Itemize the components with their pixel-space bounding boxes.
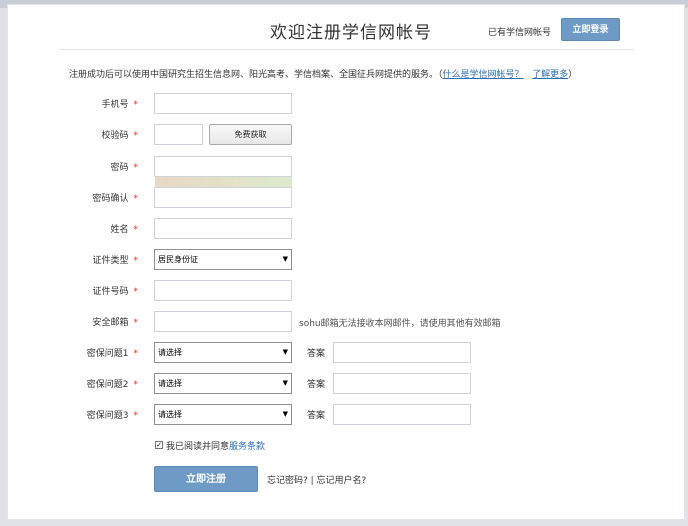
password-strength-bar — [155, 177, 292, 187]
intro-close: ） — [568, 70, 578, 80]
phone-label-text: 手机号 — [101, 100, 129, 110]
dropdown-arrow-icon: ▼ — [282, 255, 288, 263]
required-mark: * — [133, 100, 139, 110]
have-account-text: 已有学信网帐号 — [488, 28, 552, 38]
q3-label: 密保问题3 * — [38, 408, 138, 421]
q2-label-text: 密保问题2 — [86, 380, 129, 390]
required-mark: * — [133, 318, 139, 328]
agree-label: 我已阅读并同意 — [166, 442, 230, 452]
agree-text: 我已阅读并同意服务条款 — [166, 439, 265, 452]
get-code-button[interactable]: 免费获取 — [209, 124, 292, 145]
terms-link[interactable]: 服务条款 — [229, 442, 265, 452]
email-label-text: 安全邮箱 — [92, 318, 129, 328]
password-confirm-input[interactable] — [154, 187, 292, 208]
q1-label-text: 密保问题1 — [86, 349, 129, 359]
answer1-label: 答案 — [307, 349, 326, 359]
email-hint: sohu邮箱无法接收本网邮件，请使用其他有效邮箱 — [299, 319, 501, 329]
answer1-input[interactable] — [333, 342, 471, 363]
forgot-links: 忘记密码? | 忘记用户名? — [267, 473, 366, 486]
q3-value: 请选择 — [158, 410, 182, 419]
password-input[interactable] — [154, 156, 292, 177]
code-label: 校验码 * — [38, 128, 138, 141]
intro-text: 注册成功后可以使用中国研究生招生信息网、阳光高考、学信档案、全国征兵网提供的服务… — [69, 67, 577, 80]
password-confirm-label-text: 密码确认 — [92, 194, 129, 204]
q2-label: 密保问题2 * — [38, 377, 138, 390]
id-type-label: 证件类型 * — [38, 253, 138, 266]
q2-select[interactable]: 请选择 ▼ — [154, 373, 292, 394]
name-label: 姓名 * — [38, 222, 138, 235]
id-type-select[interactable]: 居民身份证 ▼ — [154, 249, 292, 270]
id-number-input[interactable] — [154, 280, 292, 301]
q3-select[interactable]: 请选择 ▼ — [154, 404, 292, 425]
q1-select[interactable]: 请选择 ▼ — [154, 342, 292, 363]
register-button[interactable]: 立即注册 — [154, 466, 258, 492]
password-confirm-label: 密码确认 * — [38, 191, 138, 204]
name-label-text: 姓名 — [110, 225, 129, 235]
login-button[interactable]: 立即登录 — [561, 18, 620, 41]
dropdown-arrow-icon: ▼ — [282, 379, 288, 387]
intro-body: 注册成功后可以使用中国研究生招生信息网、阳光高考、学信档案、全国征兵网提供的服务… — [69, 70, 443, 80]
id-type-value: 居民身份证 — [158, 255, 198, 264]
agree-checkbox[interactable]: ✓ — [155, 441, 163, 449]
email-input[interactable] — [154, 311, 292, 332]
q1-label: 密保问题1 * — [38, 346, 138, 359]
required-mark: * — [133, 411, 139, 421]
name-input[interactable] — [154, 218, 292, 239]
what-is-account-link[interactable]: 什么是学信网帐号？ — [443, 70, 524, 80]
required-mark: * — [133, 287, 139, 297]
answer2-input[interactable] — [333, 373, 471, 394]
required-mark: * — [133, 380, 139, 390]
answer3-label: 答案 — [307, 411, 326, 421]
answer2-label: 答案 — [307, 380, 326, 390]
id-number-label: 证件号码 * — [38, 284, 138, 297]
required-mark: * — [133, 349, 139, 359]
required-mark: * — [133, 194, 139, 204]
password-label: 密码 * — [38, 160, 138, 173]
required-mark: * — [133, 131, 139, 141]
dropdown-arrow-icon: ▼ — [282, 410, 288, 418]
forgot-username-link[interactable]: 忘记用户名? — [317, 476, 367, 486]
phone-input[interactable] — [154, 93, 292, 114]
id-type-label-text: 证件类型 — [92, 256, 129, 266]
dropdown-arrow-icon: ▼ — [282, 348, 288, 356]
code-input[interactable] — [154, 124, 203, 145]
learn-more-link[interactable]: 了解更多 — [532, 70, 568, 80]
q1-value: 请选择 — [158, 348, 182, 357]
required-mark: * — [133, 163, 139, 173]
required-mark: * — [133, 225, 139, 235]
code-label-text: 校验码 — [101, 131, 129, 141]
required-mark: * — [133, 256, 139, 266]
q2-value: 请选择 — [158, 379, 182, 388]
answer3-input[interactable] — [333, 404, 471, 425]
phone-label: 手机号 * — [38, 97, 138, 110]
email-label: 安全邮箱 * — [38, 315, 138, 328]
header-divider — [60, 49, 634, 50]
password-label-text: 密码 — [110, 163, 129, 173]
page-title: 欢迎注册学信网帐号 — [270, 23, 432, 43]
forgot-separator: | — [307, 476, 317, 486]
id-number-label-text: 证件号码 — [92, 287, 129, 297]
forgot-password-link[interactable]: 忘记密码? — [267, 476, 308, 486]
q3-label-text: 密保问题3 — [86, 411, 129, 421]
